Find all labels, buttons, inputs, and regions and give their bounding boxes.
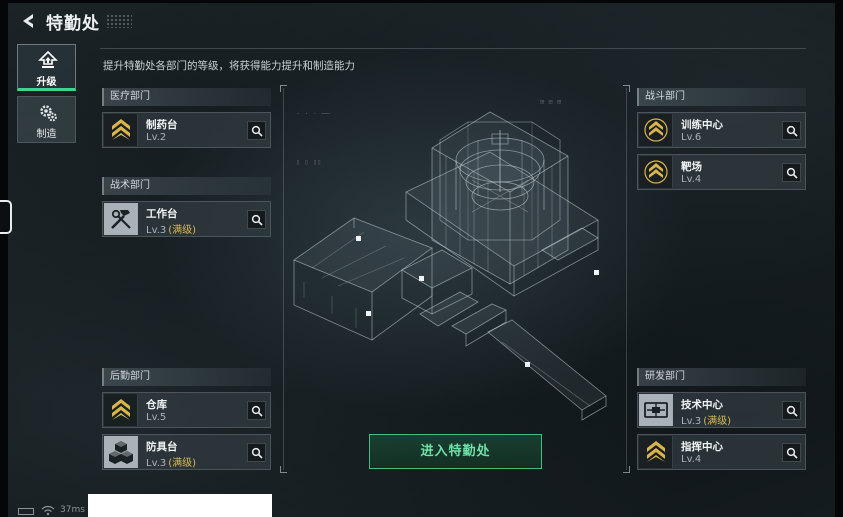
- facility-name: 制药台: [146, 119, 178, 131]
- inspect-button[interactable]: [782, 121, 801, 140]
- magnifier-icon: [251, 125, 263, 137]
- inspect-button[interactable]: [782, 401, 801, 420]
- section-header-medical: 医疗部门: [102, 88, 271, 106]
- facility-level: Lv.2: [146, 132, 167, 143]
- facility-3d-model[interactable]: [292, 100, 614, 430]
- magnifier-icon: [786, 125, 798, 137]
- facility-card-tech-center[interactable]: 技术中心 Lv.3 (满级): [637, 392, 806, 428]
- rank-chevron-icon: [104, 114, 138, 146]
- wifi-icon: [41, 505, 55, 516]
- screen-bezel-left: [0, 0, 8, 517]
- facility-card-shooting-range[interactable]: 靶场 Lv.4: [637, 154, 806, 190]
- enter-special-ops-button[interactable]: 进入特勤处: [369, 434, 542, 469]
- page-title: 特勤处: [46, 14, 100, 34]
- facility-level: Lv.3 (满级): [146, 225, 197, 236]
- facility-level: Lv.4: [681, 454, 702, 465]
- inspect-button[interactable]: [247, 210, 266, 229]
- header-divider: [100, 48, 806, 49]
- nav-tab-upgrade[interactable]: 升级: [17, 44, 76, 91]
- facility-card-warehouse[interactable]: 仓库 Lv.5: [102, 392, 271, 428]
- facility-name: 防具台: [146, 441, 178, 453]
- facility-level: Lv.3 (满级): [146, 458, 197, 469]
- magnifier-icon: [251, 405, 263, 417]
- nav-tab-craft[interactable]: 制造: [17, 96, 76, 143]
- facility-name: 靶场: [681, 161, 702, 173]
- section-header-combat: 战斗部门: [637, 88, 806, 106]
- max-level-tag: (满级): [168, 458, 197, 469]
- magnifier-icon: [251, 214, 263, 226]
- facility-level: Lv.4: [681, 174, 702, 185]
- back-arrow-icon[interactable]: [18, 11, 38, 31]
- inspect-button[interactable]: [247, 443, 266, 462]
- facility-card-training-center[interactable]: 训练中心 Lv.6: [637, 112, 806, 148]
- facility-card-pharmacy[interactable]: 制药台 Lv.2: [102, 112, 271, 148]
- facility-card-command-center[interactable]: 指挥中心 Lv.4: [637, 434, 806, 470]
- special-ops-screen: 特勤处 提升特勤处各部门的等级，将获得能力提升和制造能力 升级 制造 · · ·…: [0, 0, 843, 517]
- facility-card-workbench[interactable]: 工作台 Lv.3 (满级): [102, 201, 271, 237]
- cubes-icon: [104, 436, 138, 468]
- facility-card-armor-bench[interactable]: 防具台 Lv.3 (满级): [102, 434, 271, 470]
- network-ping: 37ms: [60, 505, 85, 515]
- max-level-tag: (满级): [703, 416, 732, 427]
- screen-bezel-right: [835, 0, 843, 517]
- inspect-button[interactable]: [782, 163, 801, 182]
- inspect-button[interactable]: [782, 443, 801, 462]
- page-subtitle: 提升特勤处各部门的等级，将获得能力提升和制造能力: [103, 60, 355, 72]
- facility-level: Lv.5: [146, 412, 167, 423]
- nav-label-upgrade: 升级: [36, 77, 57, 88]
- facility-name: 仓库: [146, 399, 167, 411]
- facility-level: Lv.3 (满级): [681, 416, 732, 427]
- magnifier-icon: [786, 447, 798, 459]
- facility-name: 训练中心: [681, 119, 723, 131]
- screen-bezel-top: [0, 0, 843, 3]
- gears-icon: [40, 105, 57, 122]
- facility-name: 技术中心: [681, 399, 723, 411]
- title-dot-pattern: [106, 14, 132, 28]
- circuit-board-icon: [639, 394, 673, 426]
- inspect-button[interactable]: [247, 401, 266, 420]
- rank-chevron-icon: [104, 394, 138, 426]
- magnifier-icon: [786, 167, 798, 179]
- hammer-wrench-icon: [104, 203, 138, 235]
- overlay-block: [88, 494, 272, 517]
- rank-chevron-icon: [639, 156, 673, 188]
- section-header-tactical: 战术部门: [102, 177, 271, 195]
- facility-name: 指挥中心: [681, 441, 723, 453]
- rank-chevron-icon: [639, 114, 673, 146]
- upgrade-icon: [38, 51, 58, 68]
- section-header-logistics: 后勤部门: [102, 368, 271, 386]
- magnifier-icon: [251, 447, 263, 459]
- battery-icon: [18, 508, 34, 515]
- magnifier-icon: [786, 405, 798, 417]
- section-header-research: 研发部门: [637, 368, 806, 386]
- nav-label-craft: 制造: [36, 129, 57, 140]
- inspect-button[interactable]: [247, 121, 266, 140]
- facility-name: 工作台: [146, 208, 178, 220]
- side-pull-tab[interactable]: [0, 200, 12, 234]
- facility-level: Lv.6: [681, 132, 702, 143]
- max-level-tag: (满级): [168, 225, 197, 236]
- rank-chevron-icon: [639, 436, 673, 468]
